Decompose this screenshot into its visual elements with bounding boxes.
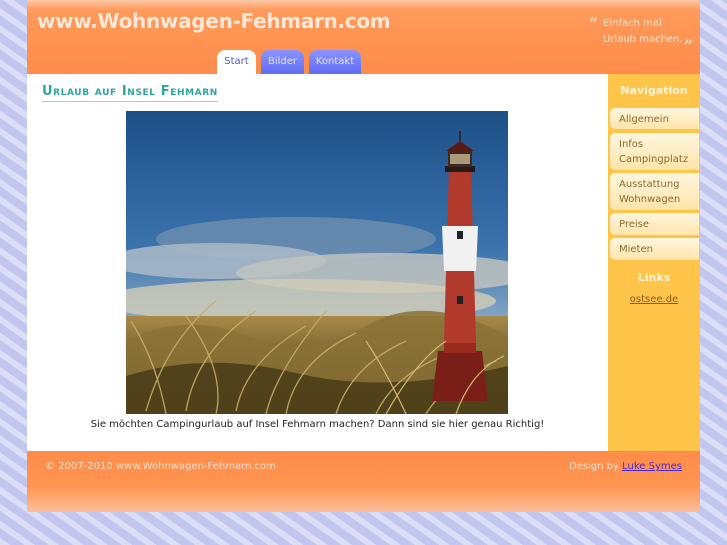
sidebar-item-ausstattung-wohnwagen[interactable]: Ausstattung Wohnwagen [610,173,699,210]
page-wrapper: www.Wohnwagen-Fehmarn.com “ Einfach mal … [27,0,700,512]
close-quote-icon: ” [684,36,694,55]
sidebar-item-mieten[interactable]: Mieten [610,238,699,260]
page-title: Urlaub auf Insel Fehmarn [42,84,218,102]
intro-caption: Sie möchten Campingurlaub auf Insel Fehm… [90,419,545,430]
slogan-quote: “ Einfach mal Urlaub machen. ” [589,14,699,55]
tab-start[interactable]: Start [217,50,256,74]
sidebar-item-allgemein[interactable]: Allgemein [610,108,699,129]
site-title[interactable]: www.Wohnwagen-Fehmarn.com [37,9,391,33]
sidebar-item-preise[interactable]: Preise [610,213,699,235]
main-content: Urlaub auf Insel Fehmarn Sie möchten Cam… [27,74,608,451]
header: www.Wohnwagen-Fehmarn.com “ Einfach mal … [27,0,700,74]
link-ostsee[interactable]: ostsee.de [608,294,700,305]
design-credit: Design by Luke Symes [569,461,682,472]
design-prefix: Design by [568,461,619,472]
copyright-text: © 2007-2010 www.Wohnwagen-Fehmarn.com [45,461,276,472]
open-quote-icon: “ [589,14,599,33]
sidebar: Navigation Allgemein Infos Campingplatz … [608,74,700,451]
footer: © 2007-2010 www.Wohnwagen-Fehmarn.com De… [27,451,700,512]
lighthouse-photo [126,111,508,414]
slogan-text: Einfach mal Urlaub machen. [603,18,683,45]
designer-link[interactable]: Luke Symes [622,461,682,472]
tab-kontakt[interactable]: Kontakt [309,50,361,74]
sidebar-item-infos-campingplatz[interactable]: Infos Campingplatz [610,133,699,170]
tab-bilder[interactable]: Bilder [261,50,304,74]
links-heading: Links [637,271,671,284]
nav-heading: Navigation [620,84,688,97]
